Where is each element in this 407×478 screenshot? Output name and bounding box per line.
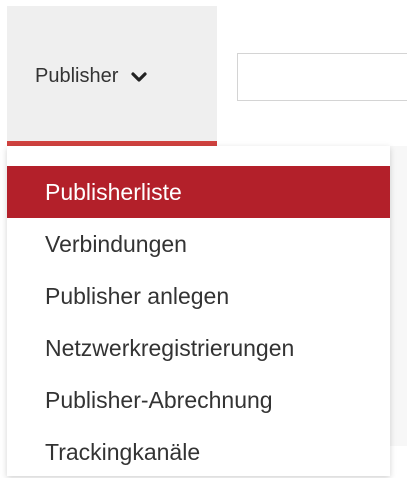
- menu-item-trackingkanaele[interactable]: Trackingkanäle: [7, 426, 390, 478]
- menu-item-verbindungen[interactable]: Verbindungen: [7, 218, 390, 270]
- dropdown-list: Publisherliste Verbindungen Publisher an…: [7, 146, 390, 478]
- chevron-down-icon: [130, 68, 148, 86]
- publisher-tab-content: Publisher: [35, 65, 148, 88]
- search-input[interactable]: [237, 53, 407, 101]
- menu-item-publisherliste[interactable]: Publisherliste: [7, 166, 390, 218]
- publisher-nav-tab[interactable]: Publisher: [7, 6, 217, 146]
- menu-item-publisher-abrechnung[interactable]: Publisher-Abrechnung: [7, 374, 390, 426]
- publisher-dropdown-menu: Publisherliste Verbindungen Publisher an…: [7, 146, 390, 476]
- menu-item-publisher-anlegen[interactable]: Publisher anlegen: [7, 270, 390, 322]
- publisher-tab-label: Publisher: [35, 65, 119, 87]
- background-panel: [390, 146, 407, 446]
- menu-item-netzwerkregistrierungen[interactable]: Netzwerkregistrierungen: [7, 322, 390, 374]
